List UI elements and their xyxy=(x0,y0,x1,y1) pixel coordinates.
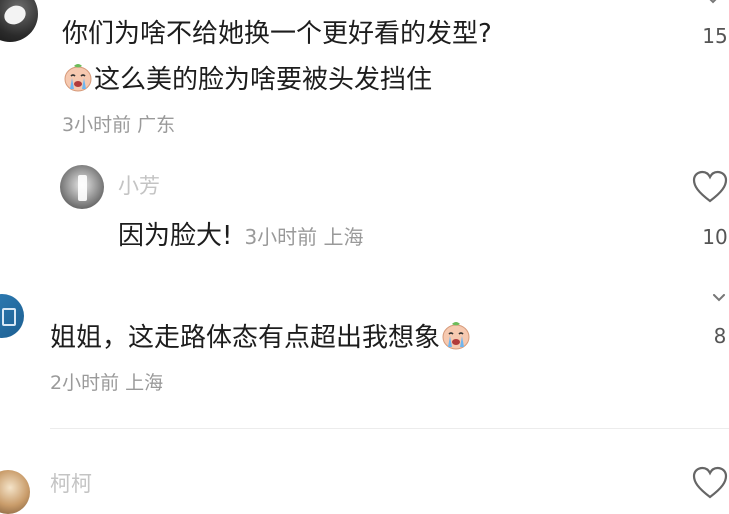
reply-text: 因为脸大! 3小时前 上海 xyxy=(118,221,364,251)
chevron-down-icon[interactable] xyxy=(712,294,726,302)
crying-face-emoji-icon xyxy=(63,62,93,92)
like-count: 8 xyxy=(713,324,727,348)
like-count: 15 xyxy=(702,24,728,48)
comment-meta: 3小时前 广东 xyxy=(62,114,176,136)
heart-outline-icon[interactable] xyxy=(692,466,728,500)
commenter-avatar[interactable] xyxy=(0,0,38,42)
comment-text: 你们为啥不给她换一个更好看的发型? xyxy=(62,19,492,49)
comment-text: 姐姐，这走路体态有点超出我想象 xyxy=(50,320,472,356)
divider xyxy=(50,428,729,429)
comment-username[interactable]: 柯柯 xyxy=(50,468,92,498)
reply-username[interactable]: 小芳 xyxy=(118,170,160,200)
commenter-avatar[interactable] xyxy=(0,470,30,514)
crying-face-emoji-icon xyxy=(441,320,471,350)
comment-meta: 2小时前 上海 xyxy=(50,372,164,394)
reply-avatar[interactable] xyxy=(60,165,104,209)
comment-text-line2: 这么美的脸为啥要被头发挡住 xyxy=(62,62,432,98)
heart-outline-icon[interactable] xyxy=(692,170,728,204)
reply-meta: 3小时前 上海 xyxy=(244,225,364,249)
commenter-avatar[interactable] xyxy=(0,294,24,338)
chevron-down-icon[interactable] xyxy=(704,0,722,8)
like-count: 10 xyxy=(702,225,728,249)
